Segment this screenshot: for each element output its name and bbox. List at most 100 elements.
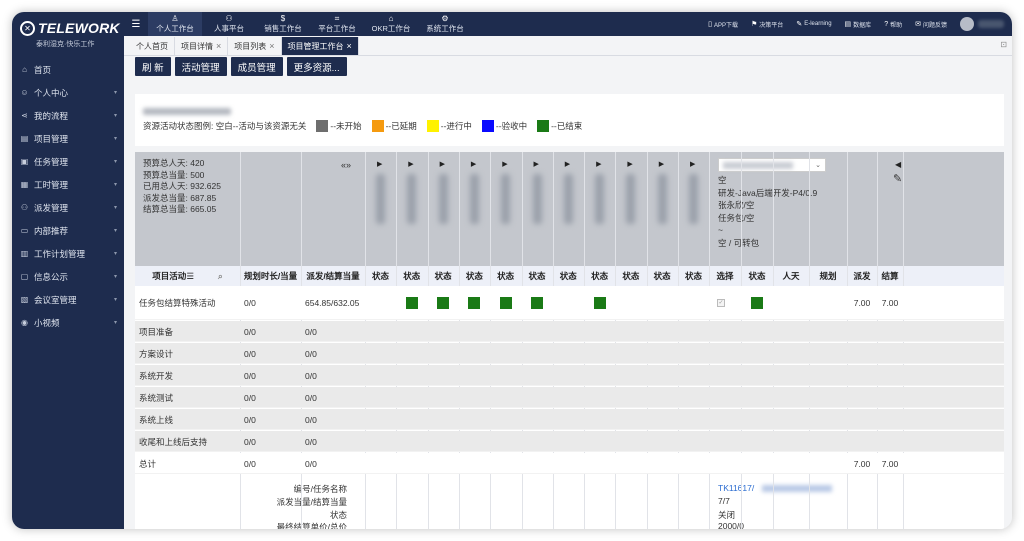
chevron-down-icon: ▾ — [113, 113, 117, 119]
resource-name-redacted — [595, 174, 605, 224]
play-arrow-icon[interactable]: ▶ — [471, 160, 476, 168]
top-nav-item-1[interactable]: ⚇ 人事平台 — [202, 12, 256, 36]
status-header: 状态 — [622, 271, 640, 281]
play-arrow-icon[interactable]: ▶ — [502, 160, 507, 168]
sidebar-item-label: 小视频 — [34, 317, 60, 328]
refresh-button[interactable]: 刷 新 — [135, 57, 171, 76]
play-arrow-icon[interactable]: ▶ — [596, 160, 601, 168]
expand-columns-icon[interactable]: «» — [341, 160, 351, 170]
tab-menu-icon[interactable]: ⊡ — [1000, 40, 1007, 49]
top-nav-label: 平台工作台 — [318, 24, 356, 33]
select-checkbox[interactable]: ✓ — [717, 299, 725, 307]
play-arrow-icon[interactable]: ▶ — [534, 160, 539, 168]
resource-info: ⌄ 空研发-Java后端开发-P4/0.9 张永欣/空 任务包/空 ~ 空 / 可转包 — [718, 158, 898, 249]
activity-management-button[interactable]: 活动管理 — [174, 57, 227, 76]
sidebar-item-label: 我的流程 — [34, 110, 69, 121]
play-arrow-icon[interactable]: ▶ — [627, 160, 632, 168]
top-nav-label: 个人工作台 — [156, 24, 194, 33]
feedback-icon: ✉ — [915, 21, 921, 28]
collapse-left-icon[interactable]: ◀ — [895, 160, 901, 169]
sidebar-item-7[interactable]: ▭ 内部推荐 ▾ — [12, 219, 124, 242]
dispatch2-value — [847, 321, 877, 342]
days-header: 人天 — [782, 271, 800, 281]
close-icon[interactable]: × — [347, 41, 352, 51]
top-right-item-4[interactable]: ? 帮助 — [884, 20, 902, 29]
top-nav-item-5[interactable]: ⚙ 系统工作台 — [418, 12, 472, 36]
sidebar-item-6[interactable]: ⚇ 派发管理 ▾ — [12, 196, 124, 219]
status-done-marker — [437, 297, 450, 309]
sidebar-item-10[interactable]: ▧ 会议室管理 ▾ — [12, 288, 124, 311]
dispatch2-value — [847, 431, 877, 452]
status-header: 状态 — [465, 271, 483, 281]
play-arrow-icon[interactable]: ▶ — [377, 160, 382, 168]
sidebar-item-8[interactable]: ▥ 工作计划管理 ▾ — [12, 242, 124, 265]
chevron-down-icon: ▾ — [113, 90, 117, 96]
sidebar-item-4[interactable]: ▣ 任务管理 ▾ — [12, 150, 124, 173]
resource-info-line: 张永欣/空 — [718, 200, 755, 210]
edit-icon[interactable]: ✎ — [893, 172, 902, 185]
chevron-down-icon: ▾ — [113, 320, 117, 326]
resource-info-line: 空 — [718, 175, 727, 185]
search-icon[interactable]: ⌕ — [218, 271, 223, 282]
sidebar-item-1[interactable]: ☺ 个人中心 ▾ — [12, 81, 124, 104]
sidebar-item-3[interactable]: ▤ 项目管理 ▾ — [12, 127, 124, 150]
top-nav-item-4[interactable]: ⌂ OKR工作台 — [364, 12, 418, 36]
person-icon: ♙ — [171, 14, 179, 23]
table-row: 收尾和上线后支持 0/0 0/0 — [135, 431, 1004, 452]
task-link[interactable]: TK11617/ — [718, 483, 754, 493]
tab-1[interactable]: 项目详情 × — [175, 37, 229, 55]
tab-3[interactable]: 项目管理工作台 × — [281, 37, 359, 55]
decision-icon: ⚑ — [751, 21, 758, 28]
list-icon[interactable]: ☰ — [186, 271, 194, 282]
legend-swatch — [537, 120, 550, 132]
dispatch2-header: 派发 — [853, 271, 871, 281]
play-arrow-icon[interactable]: ▶ — [690, 160, 695, 168]
tab-label: 项目管理工作台 — [287, 41, 344, 51]
avatar[interactable] — [960, 17, 974, 31]
sidebar-item-2[interactable]: ⋖ 我的流程 ▾ — [12, 104, 124, 127]
top-nav-item-0[interactable]: ♙ 个人工作台 — [148, 12, 202, 36]
top-nav-item-3[interactable]: ⌗ 平台工作台 — [310, 12, 364, 36]
elearning-icon: ✎ — [796, 21, 803, 28]
chevron-down-icon: ▾ — [113, 251, 117, 257]
top-right-item-5[interactable]: ✉ 问题反馈 — [915, 20, 947, 29]
sidebar-item-5[interactable]: ▦ 工时管理 ▾ — [12, 173, 124, 196]
legend-swatch — [481, 120, 494, 132]
legend-swatch — [426, 120, 439, 132]
legend-label: --进行中 — [440, 121, 472, 131]
top-right-item-2[interactable]: ✎ E-learning — [796, 20, 831, 28]
sidebar-item-9[interactable]: ▢ 信息公示 ▾ — [12, 265, 124, 288]
top-nav-item-2[interactable]: $ 销售工作台 — [256, 12, 310, 36]
close-icon[interactable]: × — [216, 41, 221, 51]
top-right-item-1[interactable]: ⚑ 决策平台 — [751, 20, 783, 29]
tab-2[interactable]: 项目列表 × — [228, 37, 282, 55]
play-arrow-icon[interactable]: ▶ — [659, 160, 664, 168]
table-header: 项目活动 ☰ ⌕ 规划时长/当量 派发/结算当量 状态 状态 状态 状态 状态 状态 状态 状态 状态 状… — [135, 266, 1004, 286]
dispatch-value: 0/0 — [305, 370, 317, 381]
top-right-item-0[interactable]: ▯ APP下载 — [708, 20, 738, 29]
main-content: 刷 新 活动管理 成员管理 更多资源... 资源活动状态图例: 空白--活动与该… — [124, 56, 1012, 529]
resource-select-value — [723, 162, 793, 169]
play-arrow-icon[interactable]: ▶ — [408, 160, 413, 168]
resource-name-redacted — [532, 174, 542, 224]
member-management-button[interactable]: 成员管理 — [230, 57, 283, 76]
top-right-item-3[interactable]: ▤ 数据库 — [845, 20, 872, 29]
dispatch-value: 0/0 — [305, 326, 317, 337]
more-resources-button[interactable]: 更多资源... — [286, 57, 347, 76]
top-navigation: ☰ ♙ 个人工作台 ⚇ 人事平台 $ 销售工作台 ⌗ 平台工作台 ⌂ OKR工作台 ⚙ 系统工作台 ▯… — [124, 12, 1012, 36]
budget-days: 预算总人天: 420 — [143, 158, 205, 168]
dispatch2-value — [847, 343, 877, 364]
resource-info-line: 任务包/空 — [718, 212, 755, 223]
dispatch-value: 0/0 — [305, 414, 317, 425]
dispatch2-value: 7.00 — [853, 458, 871, 469]
sidebar-item-0[interactable]: ⌂ 首页 — [12, 58, 124, 81]
sidebar-item-11[interactable]: ◉ 小视频 ▾ — [12, 311, 124, 334]
play-arrow-icon[interactable]: ▶ — [440, 160, 445, 168]
close-icon[interactable]: × — [269, 41, 274, 51]
meeting-icon: ▧ — [20, 295, 29, 304]
play-arrow-icon[interactable]: ▶ — [565, 160, 570, 168]
status-header: 状态 — [559, 271, 577, 281]
activity-header: 项目活动 ☰ ⌕ — [135, 266, 240, 286]
menu-toggle-icon[interactable]: ☰ — [124, 19, 148, 30]
tab-0[interactable]: 个人首页 — [130, 37, 175, 55]
